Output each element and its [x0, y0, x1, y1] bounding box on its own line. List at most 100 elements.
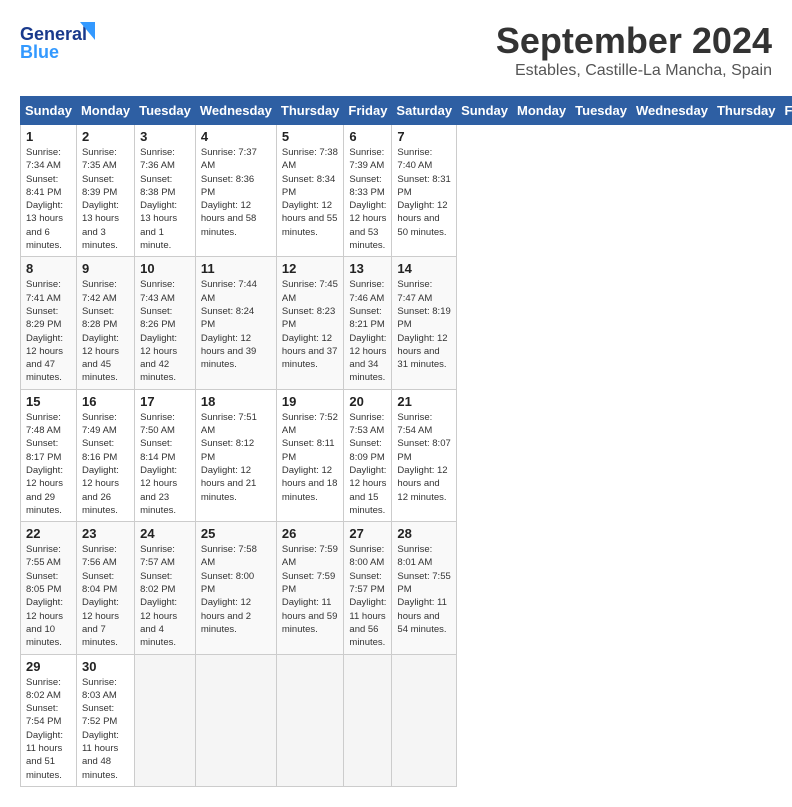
day-number: 14	[397, 261, 451, 276]
day-number: 17	[140, 394, 190, 409]
week-row-3: 15Sunrise: 7:48 AMSunset: 8:17 PMDayligh…	[21, 389, 792, 521]
week-row-2: 8 Sunrise: 7:41 AMSunset: 8:29 PMDaylight…	[21, 257, 792, 389]
calendar-cell: 15Sunrise: 7:48 AMSunset: 8:17 PMDayligh…	[21, 389, 77, 521]
day-number: 13	[349, 261, 386, 276]
day-info: Sunrise: 8:02 AMSunset: 7:54 PMDaylight:…	[26, 676, 71, 782]
day-info: Sunrise: 7:39 AMSunset: 8:33 PMDaylight:…	[349, 146, 386, 252]
title-block: September 2024 Estables, Castille-La Man…	[496, 20, 772, 80]
day-number: 5	[282, 129, 339, 144]
col-header-tuesday: Tuesday	[571, 97, 632, 125]
logo-svg: GeneralBlue	[20, 20, 100, 64]
calendar-cell: 5Sunrise: 7:38 AMSunset: 8:34 PMDaylight…	[276, 125, 344, 257]
calendar-cell: 6 Sunrise: 7:39 AMSunset: 8:33 PMDaylight…	[344, 125, 392, 257]
calendar-cell: 14 Sunrise: 7:47 AMSunset: 8:19 PMDayligh…	[392, 257, 457, 389]
header-row: SundayMondayTuesdayWednesdayThursdayFrid…	[21, 97, 792, 125]
calendar-cell: 9 Sunrise: 7:42 AMSunset: 8:28 PMDaylight…	[76, 257, 134, 389]
calendar-cell: 10 Sunrise: 7:43 AMSunset: 8:26 PMDayligh…	[135, 257, 196, 389]
calendar-cell	[276, 654, 344, 786]
calendar-cell: 2 Sunrise: 7:35 AMSunset: 8:39 PMDaylight…	[76, 125, 134, 257]
col-header-friday: Friday	[780, 97, 792, 125]
calendar-table: SundayMondayTuesdayWednesdayThursdayFrid…	[20, 96, 792, 787]
day-info: Sunrise: 7:43 AMSunset: 8:26 PMDaylight:…	[140, 278, 190, 384]
col-header-thursday: Thursday	[712, 97, 780, 125]
calendar-cell: 19Sunrise: 7:52 AMSunset: 8:11 PMDayligh…	[276, 389, 344, 521]
calendar-cell: 22Sunrise: 7:55 AMSunset: 8:05 PMDayligh…	[21, 522, 77, 654]
day-number: 27	[349, 526, 386, 541]
col-header-wednesday: Wednesday	[195, 97, 276, 125]
day-number: 18	[201, 394, 271, 409]
day-number: 4	[201, 129, 271, 144]
day-number: 10	[140, 261, 190, 276]
day-number: 9	[82, 261, 129, 276]
day-info: Sunrise: 7:35 AMSunset: 8:39 PMDaylight:…	[82, 146, 129, 252]
day-number: 30	[82, 659, 129, 674]
col-header-friday: Friday	[344, 97, 392, 125]
day-info: Sunrise: 7:46 AMSunset: 8:21 PMDaylight:…	[349, 278, 386, 384]
col-header-wednesday: Wednesday	[631, 97, 712, 125]
day-number: 6	[349, 129, 386, 144]
calendar-cell	[392, 654, 457, 786]
day-info: Sunrise: 7:45 AMSunset: 8:23 PMDaylight:…	[282, 278, 339, 371]
day-info: Sunrise: 8:00 AMSunset: 7:57 PMDaylight:…	[349, 543, 386, 649]
calendar-cell: 11 Sunrise: 7:44 AMSunset: 8:24 PMDayligh…	[195, 257, 276, 389]
day-info: Sunrise: 7:59 AMSunset: 7:59 PMDaylight:…	[282, 543, 339, 636]
calendar-cell: 29 Sunrise: 8:02 AMSunset: 7:54 PMDayligh…	[21, 654, 77, 786]
calendar-cell: 21 Sunrise: 7:54 AMSunset: 8:07 PMDayligh…	[392, 389, 457, 521]
calendar-cell: 16Sunrise: 7:49 AMSunset: 8:16 PMDayligh…	[76, 389, 134, 521]
location: Estables, Castille-La Mancha, Spain	[496, 62, 772, 80]
day-number: 21	[397, 394, 451, 409]
day-number: 1	[26, 129, 71, 144]
day-info: Sunrise: 7:48 AMSunset: 8:17 PMDaylight:…	[26, 411, 71, 517]
calendar-cell: 12 Sunrise: 7:45 AMSunset: 8:23 PMDayligh…	[276, 257, 344, 389]
day-info: Sunrise: 7:41 AMSunset: 8:29 PMDaylight:…	[26, 278, 71, 384]
calendar-cell: 8 Sunrise: 7:41 AMSunset: 8:29 PMDaylight…	[21, 257, 77, 389]
day-number: 2	[82, 129, 129, 144]
week-row-4: 22Sunrise: 7:55 AMSunset: 8:05 PMDayligh…	[21, 522, 792, 654]
calendar-cell: 20 Sunrise: 7:53 AMSunset: 8:09 PMDayligh…	[344, 389, 392, 521]
day-info: Sunrise: 7:51 AMSunset: 8:12 PMDaylight:…	[201, 411, 271, 504]
day-number: 12	[282, 261, 339, 276]
day-info: Sunrise: 7:54 AMSunset: 8:07 PMDaylight:…	[397, 411, 451, 504]
col-header-monday: Monday	[76, 97, 134, 125]
month-title: September 2024	[496, 20, 772, 62]
day-info: Sunrise: 8:01 AMSunset: 7:55 PMDaylight:…	[397, 543, 451, 636]
day-info: Sunrise: 8:03 AMSunset: 7:52 PMDaylight:…	[82, 676, 129, 782]
day-info: Sunrise: 7:52 AMSunset: 8:11 PMDaylight:…	[282, 411, 339, 504]
day-number: 3	[140, 129, 190, 144]
day-info: Sunrise: 7:40 AMSunset: 8:31 PMDaylight:…	[397, 146, 451, 239]
calendar-cell: 25Sunrise: 7:58 AMSunset: 8:00 PMDayligh…	[195, 522, 276, 654]
day-info: Sunrise: 7:34 AMSunset: 8:41 PMDaylight:…	[26, 146, 71, 252]
calendar-cell: 23 Sunrise: 7:56 AMSunset: 8:04 PMDayligh…	[76, 522, 134, 654]
col-header-thursday: Thursday	[276, 97, 344, 125]
day-number: 25	[201, 526, 271, 541]
calendar-cell	[195, 654, 276, 786]
day-info: Sunrise: 7:47 AMSunset: 8:19 PMDaylight:…	[397, 278, 451, 371]
calendar-cell: 18 Sunrise: 7:51 AMSunset: 8:12 PMDayligh…	[195, 389, 276, 521]
day-number: 22	[26, 526, 71, 541]
day-number: 20	[349, 394, 386, 409]
calendar-cell: 1 Sunrise: 7:34 AMSunset: 8:41 PMDaylight…	[21, 125, 77, 257]
calendar-cell	[135, 654, 196, 786]
col-header-monday: Monday	[513, 97, 571, 125]
day-number: 23	[82, 526, 129, 541]
col-header-tuesday: Tuesday	[135, 97, 196, 125]
logo: GeneralBlue	[20, 20, 100, 64]
day-number: 29	[26, 659, 71, 674]
day-info: Sunrise: 7:49 AMSunset: 8:16 PMDaylight:…	[82, 411, 129, 517]
day-info: Sunrise: 7:56 AMSunset: 8:04 PMDaylight:…	[82, 543, 129, 649]
page-header: GeneralBlue September 2024 Estables, Cas…	[20, 20, 772, 80]
calendar-cell: 13 Sunrise: 7:46 AMSunset: 8:21 PMDayligh…	[344, 257, 392, 389]
calendar-cell: 4Sunrise: 7:37 AMSunset: 8:36 PMDaylight…	[195, 125, 276, 257]
day-number: 7	[397, 129, 451, 144]
day-info: Sunrise: 7:44 AMSunset: 8:24 PMDaylight:…	[201, 278, 271, 371]
day-number: 24	[140, 526, 190, 541]
week-row-1: 1 Sunrise: 7:34 AMSunset: 8:41 PMDaylight…	[21, 125, 792, 257]
day-info: Sunrise: 7:53 AMSunset: 8:09 PMDaylight:…	[349, 411, 386, 517]
svg-text:General: General	[20, 24, 87, 44]
day-info: Sunrise: 7:36 AMSunset: 8:38 PMDaylight:…	[140, 146, 190, 252]
calendar-cell: 30 Sunrise: 8:03 AMSunset: 7:52 PMDayligh…	[76, 654, 134, 786]
day-info: Sunrise: 7:42 AMSunset: 8:28 PMDaylight:…	[82, 278, 129, 384]
day-number: 11	[201, 261, 271, 276]
day-number: 8	[26, 261, 71, 276]
calendar-cell: 17Sunrise: 7:50 AMSunset: 8:14 PMDayligh…	[135, 389, 196, 521]
